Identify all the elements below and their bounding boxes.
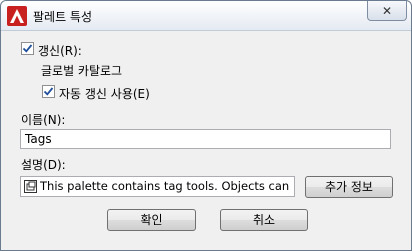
refresh-checkbox[interactable]	[21, 42, 34, 55]
more-info-button[interactable]: 추가 정보	[305, 176, 393, 198]
checkmark-icon	[22, 44, 33, 53]
catalog-source-name: 글로벌 카탈로그	[41, 64, 123, 78]
auto-refresh-label: 자동 갱신 사용(E)	[59, 87, 150, 101]
description-input-value: This palette contains tag tools. Objects…	[40, 179, 295, 193]
autocad-app-icon	[7, 6, 27, 26]
name-input-value: Tags	[25, 132, 52, 146]
description-label: 설명(D):	[21, 158, 66, 172]
name-label: 이름(N):	[21, 113, 66, 127]
refresh-label: 갱신(R):	[38, 44, 82, 58]
description-input[interactable]: This palette contains tag tools. Objects…	[20, 176, 295, 197]
name-input[interactable]: Tags	[20, 129, 391, 149]
close-button[interactable]: ✕	[367, 1, 407, 21]
checkmark-icon	[43, 87, 54, 96]
dialog-title: 팔레트 특성	[33, 10, 93, 24]
ok-button[interactable]: 확인	[107, 209, 196, 231]
palette-properties-dialog: 팔레트 특성 ✕ 갱신(R): 글로벌 카탈로그 자동 갱신 사용(E) 이름(…	[0, 0, 412, 251]
auto-refresh-checkbox[interactable]	[42, 85, 55, 98]
cancel-button[interactable]: 취소	[220, 209, 308, 231]
title-bar: 팔레트 특성 ✕	[1, 1, 411, 31]
close-icon: ✕	[381, 3, 393, 18]
multiline-editor-icon[interactable]	[24, 180, 37, 193]
